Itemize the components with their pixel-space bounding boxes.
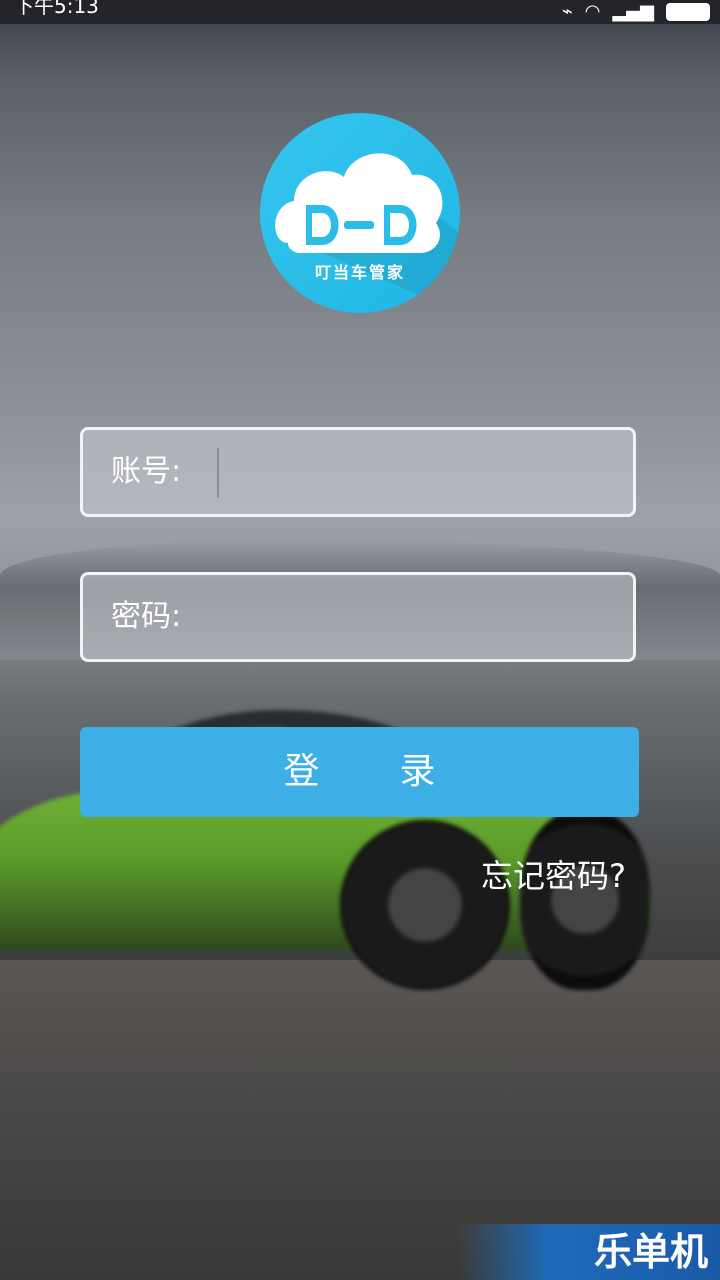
logo-cloud-icon [275, 153, 460, 313]
password-field[interactable]: 密码: [80, 572, 636, 662]
wifi-icon: ◠ [584, 1, 601, 22]
vibrate-icon: ⌁ [561, 1, 573, 22]
status-bar: 下午5:13 ⌁ ◠ ▂▄▆ [0, 0, 720, 24]
account-field[interactable]: 账号: [80, 427, 636, 517]
signal-icon: ▂▄▆ [612, 1, 654, 22]
battery-icon [666, 3, 710, 21]
watermark-text: 乐单机 [593, 1230, 708, 1274]
logo-brand-text: 叮当车管家 [314, 263, 405, 282]
forgot-password-link[interactable]: 忘记密码? [481, 852, 626, 900]
password-input[interactable] [195, 593, 599, 643]
app-logo: 叮当车管家 [260, 113, 460, 313]
account-input[interactable] [217, 448, 623, 498]
login-button[interactable]: 登录 [80, 727, 639, 817]
login-screen: 下午5:13 ⌁ ◠ ▂▄▆ 叮当车管家 账号: 密码: 登录 忘记密码? 乐单… [0, 0, 720, 1280]
watermark-banner: 乐单机 [458, 1224, 720, 1280]
account-label: 账号: [111, 454, 182, 489]
password-label: 密码: [111, 599, 182, 634]
status-icons: ⌁ ◠ ▂▄▆ [562, 0, 710, 24]
status-time: 下午5:13 [14, 0, 99, 18]
